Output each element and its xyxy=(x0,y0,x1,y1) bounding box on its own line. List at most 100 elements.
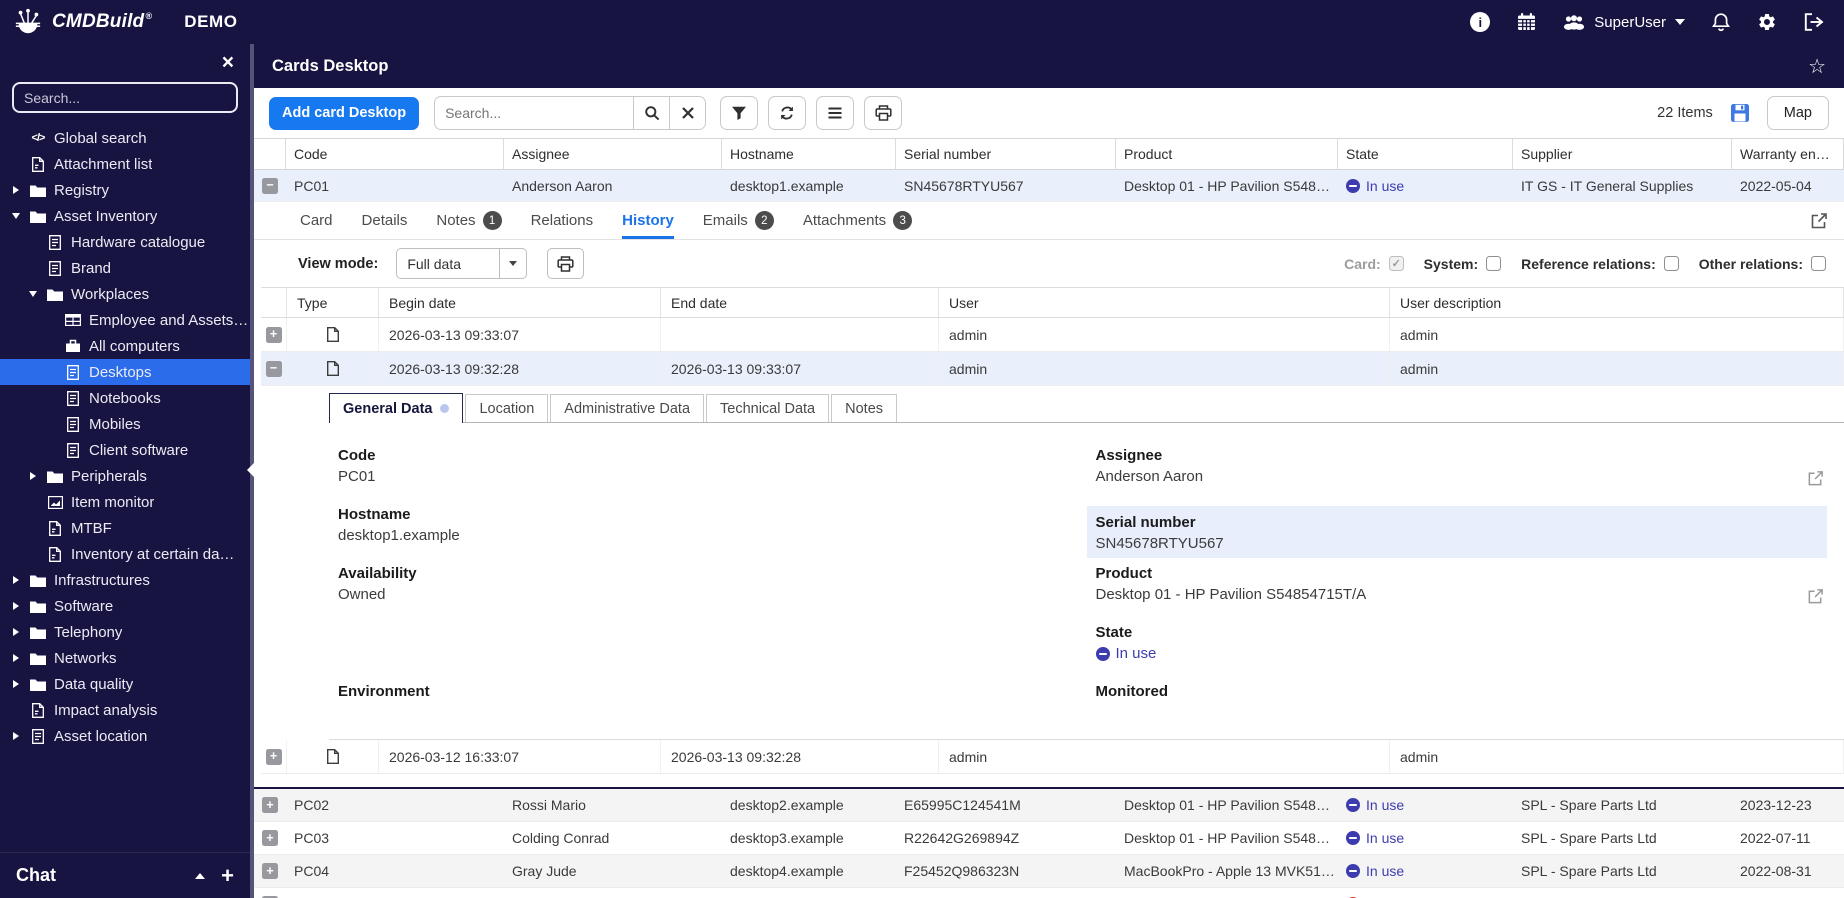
sidebar-item-desktops[interactable]: Desktops xyxy=(0,359,250,385)
calendar-icon[interactable] xyxy=(1517,13,1536,31)
history-column-type[interactable]: Type xyxy=(287,288,379,317)
sidebar-item-mtbf[interactable]: MTBF xyxy=(0,515,250,541)
sidebar-item-attachment-list[interactable]: Attachment list xyxy=(0,151,250,177)
chat-add-icon[interactable]: + xyxy=(221,864,234,887)
sidebar-item-item-monitor[interactable]: Item monitor xyxy=(0,489,250,515)
table-row-pc01[interactable]: − PC01 Anderson Aaron desktop1.example S… xyxy=(254,170,1844,202)
sidebar-item-mobiles[interactable]: Mobiles xyxy=(0,411,250,437)
sidebar-item-data-quality[interactable]: Data quality xyxy=(0,671,250,697)
table-row-pc04[interactable]: + PC04 Gray Jude desktop4.example F25452… xyxy=(254,855,1844,888)
open-external-icon[interactable] xyxy=(1810,212,1828,230)
sidebar-item-employee-and-assets[interactable]: Employee and Assets i… xyxy=(0,307,250,333)
tab-attachments[interactable]: Attachments 3 xyxy=(803,202,913,239)
history-row-selected[interactable]: − 2026-03-13 09:32:28 2026-03-13 09:33:0… xyxy=(261,352,1844,386)
expand-row-icon[interactable]: + xyxy=(265,748,282,765)
menu-button[interactable] xyxy=(816,96,855,130)
column-header-hostname[interactable]: Hostname xyxy=(722,139,896,169)
tab-location[interactable]: Location xyxy=(465,394,549,422)
tab-technical-data[interactable]: Technical Data xyxy=(706,394,830,422)
sidebar-item-hardware-catalogue[interactable]: Hardware catalogue xyxy=(0,229,250,255)
tab-history[interactable]: History xyxy=(622,202,674,239)
logout-icon[interactable] xyxy=(1804,13,1824,31)
column-header-serial[interactable]: Serial number xyxy=(896,139,1116,169)
sidebar-item-telephony[interactable]: Telephony xyxy=(0,619,250,645)
history-column-begin[interactable]: Begin date xyxy=(379,288,661,317)
sidebar-item-software[interactable]: Software xyxy=(0,593,250,619)
refresh-button[interactable] xyxy=(768,96,807,130)
folder-icon xyxy=(29,678,47,691)
column-header-supplier[interactable]: Supplier xyxy=(1513,139,1732,169)
history-column-user[interactable]: User xyxy=(939,288,1390,317)
sidebar-item-workplaces[interactable]: Workplaces xyxy=(0,281,250,307)
column-header-code[interactable]: Code xyxy=(286,139,504,169)
tab-details[interactable]: Details xyxy=(362,202,408,239)
table-row-pc05[interactable]: + PC05 Smith John desktop5.example T2545… xyxy=(254,888,1844,898)
tab-detail-notes[interactable]: Notes xyxy=(831,394,898,422)
view-mode-select[interactable]: Full data xyxy=(396,248,528,279)
history-row[interactable]: + 2026-03-13 09:33:07 admin admin xyxy=(261,318,1844,352)
sidebar-item-impact-analysis[interactable]: Impact analysis xyxy=(0,697,250,723)
expand-row-icon[interactable]: + xyxy=(262,830,278,846)
info-icon[interactable] xyxy=(1470,12,1491,32)
column-header-assignee[interactable]: Assignee xyxy=(504,139,722,169)
favorite-star-icon[interactable]: ☆ xyxy=(1808,54,1826,79)
history-row[interactable]: + 2026-03-12 16:33:07 2026-03-13 09:32:2… xyxy=(261,740,1844,774)
tab-relations[interactable]: Relations xyxy=(531,202,594,239)
table-row-pc02[interactable]: + PC02 Rossi Mario desktop2.example E659… xyxy=(254,789,1844,822)
collapse-row-icon[interactable]: − xyxy=(265,360,282,377)
sidebar-item-global-search[interactable]: </> Global search xyxy=(0,125,250,151)
sidebar-item-asset-location[interactable]: Asset location xyxy=(0,723,250,749)
reference-relations-checkbox[interactable] xyxy=(1663,256,1679,271)
column-header-product[interactable]: Product xyxy=(1116,139,1338,169)
sidebar-item-infrastructures[interactable]: Infrastructures xyxy=(0,567,250,593)
search-button[interactable] xyxy=(633,96,671,130)
user-menu[interactable]: SuperUser xyxy=(1563,14,1685,31)
map-button[interactable]: Map xyxy=(1766,96,1829,130)
print-button[interactable] xyxy=(864,96,903,130)
collapse-row-icon[interactable]: − xyxy=(262,177,278,194)
gear-icon[interactable] xyxy=(1757,12,1777,32)
clear-search-button[interactable] xyxy=(669,96,707,130)
sidebar-item-networks[interactable]: Networks xyxy=(0,645,250,671)
sidebar-item-peripherals[interactable]: Peripherals xyxy=(0,463,250,489)
other-relations-checkbox[interactable] xyxy=(1811,256,1826,271)
close-icon[interactable]: × xyxy=(222,52,234,73)
expand-row-icon[interactable]: + xyxy=(262,797,278,813)
sidebar-item-registry[interactable]: Registry xyxy=(0,177,250,203)
sidebar-item-all-computers[interactable]: All computers xyxy=(0,333,250,359)
card-tab-bar: Card Details Notes 1 Relations History Em… xyxy=(254,202,1844,240)
select-caret[interactable] xyxy=(499,249,526,278)
table-search-input[interactable] xyxy=(434,96,635,130)
caret-right-icon xyxy=(12,576,19,584)
filter-button[interactable] xyxy=(720,96,759,130)
tab-card[interactable]: Card xyxy=(300,202,333,239)
expand-row-icon[interactable]: + xyxy=(265,326,282,343)
sidebar-item-notebooks[interactable]: Notebooks xyxy=(0,385,250,411)
add-card-button[interactable]: Add card Desktop xyxy=(269,96,420,130)
collapse-up-icon[interactable] xyxy=(195,872,206,879)
notifications-bell-icon[interactable] xyxy=(1712,12,1730,32)
tab-notes[interactable]: Notes 1 xyxy=(436,202,502,239)
sidebar-item-brand[interactable]: Brand xyxy=(0,255,250,281)
history-print-button[interactable] xyxy=(547,248,585,279)
save-view-icon[interactable] xyxy=(1730,103,1750,123)
sidebar-item-inventory-at-date[interactable]: Inventory at certain da… xyxy=(0,541,250,567)
sidebar-item-client-software[interactable]: Client software xyxy=(0,437,250,463)
column-header-state[interactable]: State xyxy=(1338,139,1513,169)
history-column-end[interactable]: End date xyxy=(661,288,939,317)
tab-emails[interactable]: Emails 2 xyxy=(703,202,774,239)
sidebar-search-input[interactable] xyxy=(12,82,238,113)
system-checkbox[interactable] xyxy=(1486,256,1502,271)
sidebar-item-asset-inventory[interactable]: Asset Inventory xyxy=(0,203,250,229)
tab-general-data[interactable]: General Data xyxy=(329,393,464,423)
sidebar-collapse-handle[interactable] xyxy=(247,462,255,478)
history-column-user-description[interactable]: User description xyxy=(1390,288,1844,317)
tab-administrative-data[interactable]: Administrative Data xyxy=(550,394,705,422)
expand-row-icon[interactable]: + xyxy=(262,863,278,879)
edit-product-icon[interactable] xyxy=(1807,588,1824,605)
cell-begin-date: 2026-03-13 09:33:07 xyxy=(379,318,661,351)
table-row-pc03[interactable]: + PC03 Colding Conrad desktop3.example R… xyxy=(254,822,1844,855)
card-checkbox[interactable]: ✓ xyxy=(1388,256,1404,271)
column-header-warranty[interactable]: Warranty en… xyxy=(1732,139,1844,169)
edit-assignee-icon[interactable] xyxy=(1807,470,1824,487)
